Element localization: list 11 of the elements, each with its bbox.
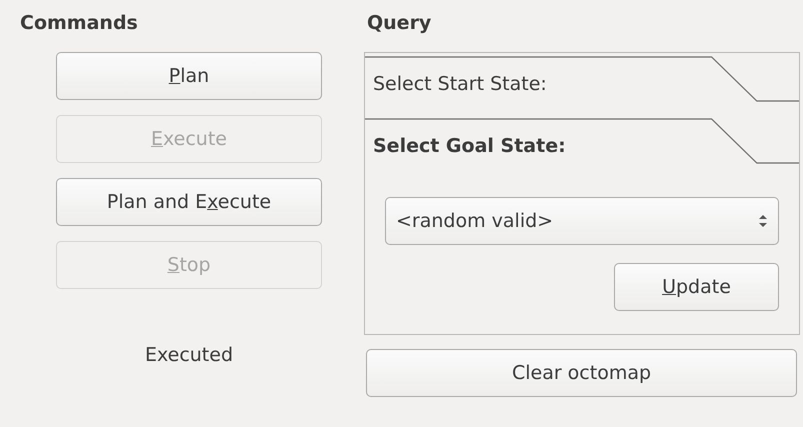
clear-octomap-button[interactable]: Clear octomap — [366, 349, 797, 397]
status-text: Executed — [144, 344, 234, 366]
state-dropdown[interactable]: <random valid> — [385, 197, 779, 245]
toolbox-tab[interactable]: Select Start State: — [365, 53, 799, 115]
toolbox-tab[interactable]: Select Goal State: — [365, 115, 799, 177]
spinner-arrows-icon — [758, 213, 768, 229]
section-heading: Commands — [20, 11, 138, 36]
command-button[interactable]: Plan and Execute — [56, 178, 322, 226]
command-button[interactable]: Plan — [56, 52, 322, 100]
update-button[interactable]: Update — [614, 263, 779, 311]
section-heading: Query — [367, 11, 432, 36]
